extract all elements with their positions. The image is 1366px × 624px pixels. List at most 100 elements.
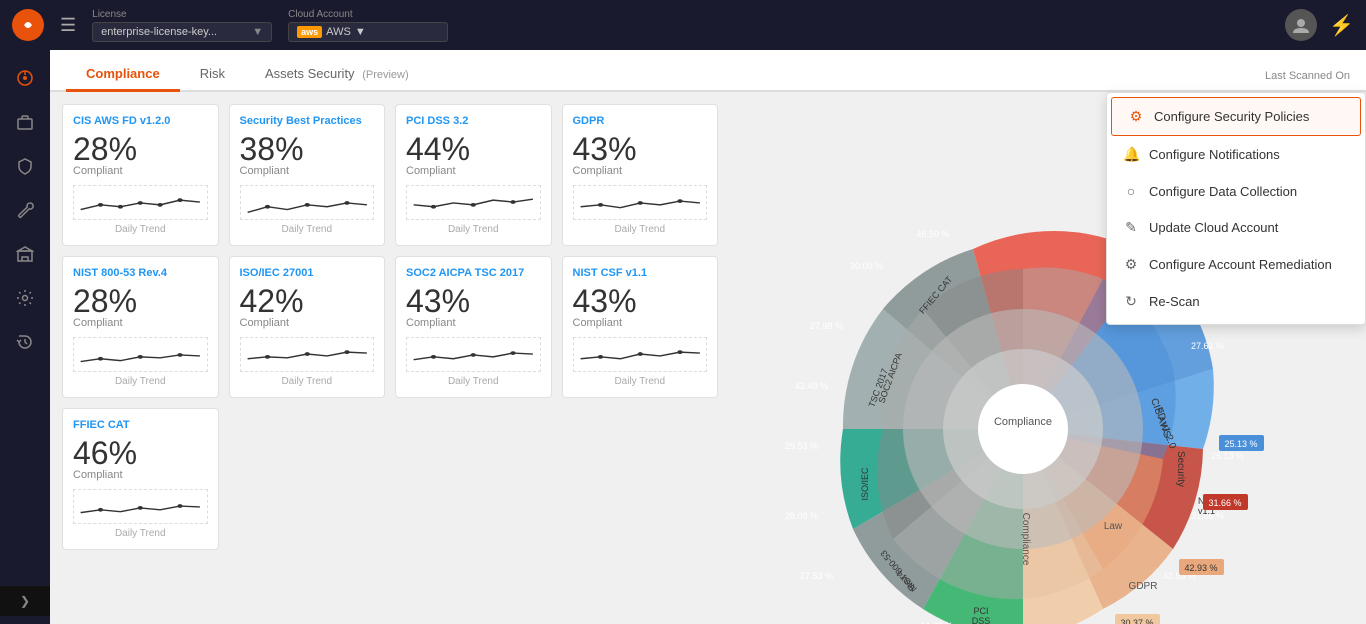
card-iso-percent: 42% — [240, 285, 375, 317]
license-arrow: ▼ — [252, 26, 263, 38]
configure-notifications-label: Configure Notifications — [1149, 147, 1280, 162]
cloud-arrow: ▼ — [355, 26, 366, 38]
cloud-select[interactable]: aws AWS ▼ — [288, 22, 448, 42]
sidebar-item-settings[interactable] — [5, 278, 45, 318]
svg-text:GDPR: GDPR — [1129, 581, 1158, 592]
svg-text:Security: Security — [1175, 451, 1186, 487]
card-gdpr-title: GDPR — [573, 115, 708, 127]
card-pci-trend — [406, 185, 541, 220]
sidebar-expand[interactable]: ❯ — [0, 586, 50, 616]
svg-text:29.53 %: 29.53 % — [785, 441, 818, 451]
card-cis-compliant: Compliant — [73, 165, 208, 177]
svg-text:31.66 %: 31.66 % — [1208, 498, 1241, 508]
card-sbp[interactable]: Security Best Practices 38% Compliant Da… — [229, 104, 386, 246]
svg-text:46.50 %: 46.50 % — [916, 229, 949, 239]
cloud-value: AWS — [326, 26, 351, 38]
svg-text:27.53 %: 27.53 % — [800, 571, 833, 581]
card-soc2[interactable]: SOC2 AICPA TSC 2017 43% Compliant Daily … — [395, 256, 552, 398]
card-pci[interactable]: PCI DSS 3.2 44% Compliant Daily Trend — [395, 104, 552, 246]
card-iso[interactable]: ISO/IEC 27001 42% Compliant Daily Trend — [229, 256, 386, 398]
card-soc2-title: SOC2 AICPA TSC 2017 — [406, 267, 541, 279]
license-value: enterprise-license-key... — [101, 26, 217, 38]
card-soc2-percent: 43% — [406, 285, 541, 317]
sidebar-item-briefcase[interactable] — [5, 102, 45, 142]
svg-text:27.61 %: 27.61 % — [1191, 341, 1224, 351]
svg-text:Law: Law — [1104, 521, 1123, 532]
topbar: ☰ License enterprise-license-key... ▼ Cl… — [0, 0, 1366, 50]
circle-icon: ○ — [1123, 183, 1139, 199]
card-cis-trend — [73, 185, 208, 220]
tab-assets-security[interactable]: Assets Security (Preview) — [245, 58, 429, 92]
svg-text:DSS: DSS — [972, 616, 991, 624]
app-logo — [12, 9, 44, 41]
sidebar-item-dashboard[interactable] — [5, 58, 45, 98]
svg-text:30.00 %: 30.00 % — [850, 261, 883, 271]
license-section: License enterprise-license-key... ▼ — [92, 9, 272, 42]
card-nist800-compliant: Compliant — [73, 317, 208, 329]
card-nist800-trend-label: Daily Trend — [73, 376, 208, 387]
sidebar-item-shield[interactable] — [5, 146, 45, 186]
svg-text:Compliance: Compliance — [994, 416, 1052, 428]
card-pci-percent: 44% — [406, 133, 541, 165]
dropdown-update-cloud[interactable]: ✎ Update Cloud Account — [1107, 209, 1365, 246]
card-nist800-trend — [73, 337, 208, 372]
tab-compliance[interactable]: Compliance — [66, 58, 180, 92]
topbar-right: ⚡ — [1285, 9, 1354, 41]
content-area: Compliance Risk Assets Security (Preview… — [50, 50, 1366, 624]
menu-icon[interactable]: ☰ — [60, 15, 76, 36]
dropdown-configure-security[interactable]: ⚙ Configure Security Policies — [1111, 97, 1361, 136]
card-sbp-percent: 38% — [240, 133, 375, 165]
svg-text:PCI: PCI — [973, 606, 988, 616]
aws-badge: aws — [297, 26, 322, 38]
license-select[interactable]: enterprise-license-key... ▼ — [92, 22, 272, 42]
card-iso-title: ISO/IEC 27001 — [240, 267, 375, 279]
svg-text:27.98 %: 27.98 % — [810, 321, 843, 331]
update-cloud-label: Update Cloud Account — [1149, 220, 1278, 235]
card-cis-title: CIS AWS FD v1.2.0 — [73, 115, 208, 127]
card-soc2-compliant: Compliant — [406, 317, 541, 329]
card-ffiec[interactable]: FFIEC CAT 46% Compliant Daily Trend — [62, 408, 219, 550]
settings-icon: ⚙ — [1123, 256, 1139, 273]
card-cis[interactable]: CIS AWS FD v1.2.0 28% Compliant — [62, 104, 219, 246]
dropdown-menu: ⚙ Configure Security Policies 🔔 Configur… — [1106, 92, 1366, 325]
main-layout: ❯ Compliance Risk Assets Security (Previ… — [0, 50, 1366, 624]
card-iso-compliant: Compliant — [240, 317, 375, 329]
card-nist800-title: NIST 800-53 Rev.4 — [73, 267, 208, 279]
avatar — [1285, 9, 1317, 41]
configure-security-label: Configure Security Policies — [1154, 109, 1309, 124]
svg-text:30.37 %: 30.37 % — [1120, 618, 1153, 624]
dropdown-rescan[interactable]: ↻ Re-Scan — [1107, 283, 1365, 320]
card-cis-trend-label: Daily Trend — [73, 224, 208, 235]
bell-icon: 🔔 — [1123, 146, 1139, 163]
card-pci-trend-label: Daily Trend — [406, 224, 541, 235]
tab-assets-preview: (Preview) — [362, 69, 408, 81]
rescan-label: Re-Scan — [1149, 294, 1200, 309]
refresh-icon: ↻ — [1123, 293, 1139, 310]
cards-area: CIS AWS FD v1.2.0 28% Compliant — [50, 92, 730, 562]
tab-risk-label: Risk — [200, 66, 225, 81]
settings-icon[interactable]: ⚡ — [1329, 13, 1354, 38]
sidebar-item-tools[interactable] — [5, 190, 45, 230]
card-iso-trend-label: Daily Trend — [240, 376, 375, 387]
edit-icon: ✎ — [1123, 219, 1139, 236]
card-cis-percent: 28% — [73, 133, 208, 165]
svg-text:25.13 %: 25.13 % — [1211, 451, 1244, 461]
card-nist800[interactable]: NIST 800-53 Rev.4 28% Compliant Daily Tr… — [62, 256, 219, 398]
sidebar-item-history[interactable] — [5, 322, 45, 362]
last-scanned: Last Scanned On — [1265, 70, 1350, 90]
svg-text:25.13 %: 25.13 % — [1224, 439, 1257, 449]
dropdown-configure-remediation[interactable]: ⚙ Configure Account Remediation — [1107, 246, 1365, 283]
configure-data-label: Configure Data Collection — [1149, 184, 1297, 199]
card-ffiec-compliant: Compliant — [73, 469, 208, 481]
sidebar-item-building[interactable] — [5, 234, 45, 274]
tab-risk[interactable]: Risk — [180, 58, 245, 92]
dropdown-configure-notifications[interactable]: 🔔 Configure Notifications — [1107, 136, 1365, 173]
gear-icon: ⚙ — [1128, 108, 1144, 125]
cloud-label: Cloud Account — [288, 9, 448, 20]
sidebar-bottom: ❯ — [0, 586, 50, 616]
license-label: License — [92, 9, 272, 20]
dropdown-configure-data[interactable]: ○ Configure Data Collection — [1107, 173, 1365, 209]
card-ffiec-percent: 46% — [73, 437, 208, 469]
svg-text:Compliance: Compliance — [1020, 513, 1031, 566]
content-wrapper: CIS AWS FD v1.2.0 28% Compliant — [50, 92, 1366, 624]
